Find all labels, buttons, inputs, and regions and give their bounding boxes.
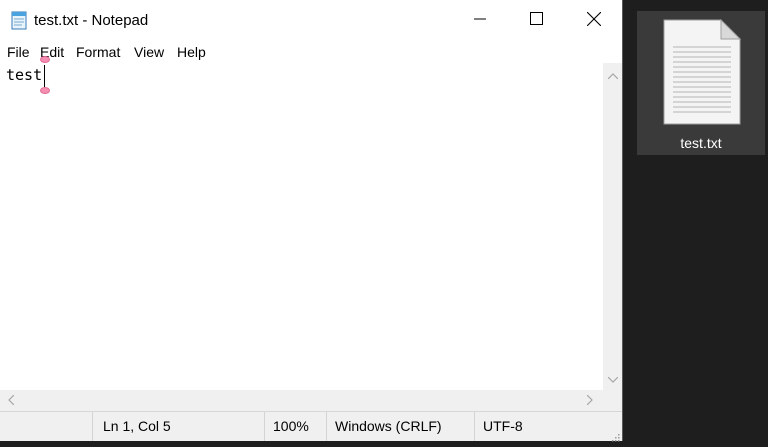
horizontal-scrollbar[interactable] xyxy=(0,390,603,411)
title-bar[interactable]: test.txt - Notepad xyxy=(0,0,622,42)
minimize-icon xyxy=(474,12,486,30)
status-line-ending: Windows (CRLF) xyxy=(326,412,474,441)
editor-content[interactable]: test xyxy=(6,66,42,84)
menu-help[interactable]: Help xyxy=(177,44,206,60)
text-editor[interactable]: test xyxy=(0,56,603,390)
menu-format[interactable]: Format xyxy=(76,44,120,60)
maximize-button[interactable] xyxy=(507,0,565,42)
desktop-file-test-txt[interactable]: test.txt xyxy=(637,11,765,155)
notepad-window: test.txt - Notepad File Edit Format View… xyxy=(0,0,623,442)
status-encoding: UTF-8 xyxy=(474,412,622,441)
status-bar: Ln 1, Col 5 100% Windows (CRLF) UTF-8 xyxy=(0,411,622,442)
selection-handle-top[interactable] xyxy=(40,56,50,63)
desktop-file-label: test.txt xyxy=(680,135,722,151)
minimize-button[interactable] xyxy=(451,0,509,42)
text-file-icon xyxy=(663,18,742,130)
selection-handle-bottom[interactable] xyxy=(40,87,50,94)
menu-file[interactable]: File xyxy=(7,44,30,60)
scroll-right-icon[interactable] xyxy=(586,394,593,408)
close-button[interactable] xyxy=(565,0,623,42)
vertical-scrollbar[interactable] xyxy=(603,63,622,390)
scrollbar-corner xyxy=(603,390,622,411)
status-cursor-position: Ln 1, Col 5 xyxy=(92,412,264,441)
menu-view[interactable]: View xyxy=(134,44,164,60)
window-title: test.txt - Notepad xyxy=(34,12,149,29)
menu-bar: File Edit Format View Help xyxy=(0,42,622,63)
scroll-down-icon[interactable] xyxy=(607,375,619,386)
status-zoom: 100% xyxy=(264,412,326,441)
close-icon xyxy=(586,11,602,31)
notepad-app-icon[interactable] xyxy=(9,10,29,30)
scroll-up-icon[interactable] xyxy=(607,71,619,82)
resize-grip-icon[interactable] xyxy=(610,429,620,442)
maximize-icon xyxy=(529,12,543,30)
scroll-left-icon[interactable] xyxy=(8,394,15,408)
text-caret xyxy=(44,65,45,87)
